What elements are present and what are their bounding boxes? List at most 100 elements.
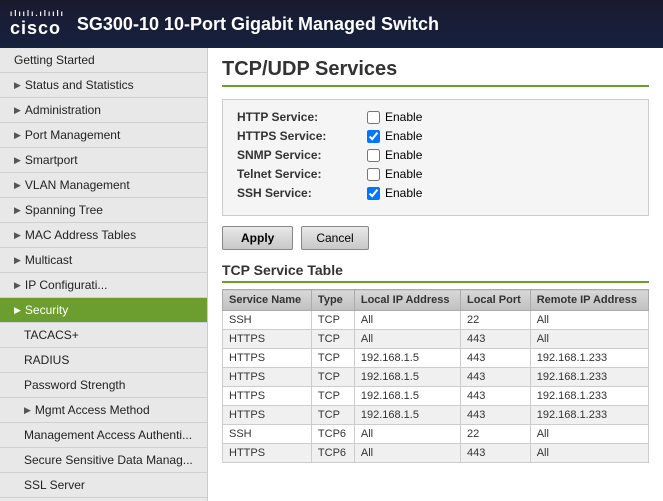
sidebar-item-tacacs[interactable]: TACACS+ bbox=[0, 323, 207, 348]
sidebar-item-password-strength[interactable]: Password Strength bbox=[0, 373, 207, 398]
service-checkbox-4[interactable] bbox=[367, 187, 380, 200]
sidebar-item-radius[interactable]: RADIUS bbox=[0, 348, 207, 373]
sidebar-item-multicast[interactable]: ▶ Multicast bbox=[0, 248, 207, 273]
table-row: HTTPSTCP6All443All bbox=[223, 444, 649, 463]
sidebar-item-ssl-server[interactable]: SSL Server bbox=[0, 473, 207, 498]
sidebar-item-getting-started[interactable]: Getting Started bbox=[0, 48, 207, 73]
service-enable-text-3: Enable bbox=[385, 167, 422, 181]
table-row: HTTPSTCP192.168.1.5443192.168.1.233 bbox=[223, 387, 649, 406]
table-cell: TCP bbox=[311, 387, 354, 406]
sidebar-item-label: Port Management bbox=[25, 128, 120, 142]
sidebar-item-label: Management Access Authenti... bbox=[24, 428, 192, 442]
table-cell: 22 bbox=[460, 311, 530, 330]
sidebar-item-label: RADIUS bbox=[24, 353, 69, 367]
expand-arrow-icon: ▶ bbox=[14, 205, 21, 216]
expand-arrow-icon: ▶ bbox=[14, 305, 21, 316]
sidebar-item-smartport[interactable]: ▶ Smartport bbox=[0, 148, 207, 173]
service-label-2: SNMP Service: bbox=[237, 148, 367, 162]
table-row: HTTPSTCPAll443All bbox=[223, 330, 649, 349]
sidebar-item-port-management[interactable]: ▶ Port Management bbox=[0, 123, 207, 148]
sidebar-item-mgmt-access-auth[interactable]: Management Access Authenti... bbox=[0, 423, 207, 448]
sidebar-item-spanning-tree[interactable]: ▶ Spanning Tree bbox=[0, 198, 207, 223]
expand-arrow-icon: ▶ bbox=[14, 155, 21, 166]
sidebar-item-label: Security bbox=[25, 303, 68, 317]
table-cell: All bbox=[530, 425, 648, 444]
sidebar-item-secure-sensitive[interactable]: Secure Sensitive Data Manag... bbox=[0, 448, 207, 473]
sidebar-item-ip-configuration[interactable]: ▶ IP Configurati... bbox=[0, 273, 207, 298]
sidebar-item-mac-address-tables[interactable]: ▶ MAC Address Tables bbox=[0, 223, 207, 248]
table-cell: HTTPS bbox=[223, 406, 312, 425]
expand-arrow-icon: ▶ bbox=[14, 105, 21, 116]
expand-arrow-icon: ▶ bbox=[14, 130, 21, 141]
sidebar-item-label: Status and Statistics bbox=[25, 78, 134, 92]
sidebar-item-security[interactable]: ▶ Security bbox=[0, 298, 207, 323]
table-row: HTTPSTCP192.168.1.5443192.168.1.233 bbox=[223, 406, 649, 425]
table-cell: All bbox=[530, 444, 648, 463]
sidebar: Getting Started▶ Status and Statistics▶ … bbox=[0, 48, 208, 501]
table-row: HTTPSTCP192.168.1.5443192.168.1.233 bbox=[223, 368, 649, 387]
sidebar-item-administration[interactable]: ▶ Administration bbox=[0, 98, 207, 123]
service-label-3: Telnet Service: bbox=[237, 167, 367, 181]
table-header-cell: Local IP Address bbox=[354, 290, 460, 311]
table-cell: All bbox=[354, 444, 460, 463]
main-layout: Getting Started▶ Status and Statistics▶ … bbox=[0, 48, 663, 501]
service-checkbox-1[interactable] bbox=[367, 130, 380, 143]
page-title: TCP/UDP Services bbox=[222, 58, 649, 87]
table-cell: HTTPS bbox=[223, 444, 312, 463]
service-checkbox-0[interactable] bbox=[367, 111, 380, 124]
table-cell: TCP bbox=[311, 349, 354, 368]
table-cell: 192.168.1.233 bbox=[530, 387, 648, 406]
table-header-row: Service NameTypeLocal IP AddressLocal Po… bbox=[223, 290, 649, 311]
service-label-4: SSH Service: bbox=[237, 186, 367, 200]
table-header-cell: Remote IP Address bbox=[530, 290, 648, 311]
table-row: HTTPSTCP192.168.1.5443192.168.1.233 bbox=[223, 349, 649, 368]
expand-arrow-icon: ▶ bbox=[14, 230, 21, 241]
button-row: Apply Cancel bbox=[222, 226, 649, 250]
table-header-cell: Type bbox=[311, 290, 354, 311]
sidebar-item-label: Password Strength bbox=[24, 378, 125, 392]
expand-arrow-icon: ▶ bbox=[14, 180, 21, 191]
sidebar-item-label: MAC Address Tables bbox=[25, 228, 136, 242]
table-cell: 443 bbox=[460, 368, 530, 387]
service-enable-text-2: Enable bbox=[385, 148, 422, 162]
sidebar-item-mgmt-access[interactable]: ▶ Mgmt Access Method bbox=[0, 398, 207, 423]
service-label-1: HTTPS Service: bbox=[237, 129, 367, 143]
expand-arrow-icon: ▶ bbox=[14, 255, 21, 266]
sidebar-item-label: Multicast bbox=[25, 253, 72, 267]
service-row-1: HTTPS Service:Enable bbox=[237, 129, 634, 143]
table-cell: HTTPS bbox=[223, 349, 312, 368]
expand-arrow-icon: ▶ bbox=[14, 280, 21, 291]
content-area: TCP/UDP Services HTTP Service:EnableHTTP… bbox=[208, 48, 663, 501]
cancel-button[interactable]: Cancel bbox=[301, 226, 368, 250]
cisco-brand: cisco bbox=[10, 19, 65, 39]
table-cell: TCP bbox=[311, 406, 354, 425]
sidebar-item-label: Administration bbox=[25, 103, 101, 117]
table-cell: TCP6 bbox=[311, 444, 354, 463]
table-row: SSHTCP6All22All bbox=[223, 425, 649, 444]
table-cell: HTTPS bbox=[223, 368, 312, 387]
table-cell: SSH bbox=[223, 425, 312, 444]
table-cell: 22 bbox=[460, 425, 530, 444]
table-cell: 192.168.1.233 bbox=[530, 349, 648, 368]
service-row-4: SSH Service:Enable bbox=[237, 186, 634, 200]
service-checkbox-3[interactable] bbox=[367, 168, 380, 181]
sidebar-item-vlan-management[interactable]: ▶ VLAN Management bbox=[0, 173, 207, 198]
table-cell: TCP6 bbox=[311, 425, 354, 444]
service-row-3: Telnet Service: Enable bbox=[237, 167, 634, 181]
table-header-cell: Service Name bbox=[223, 290, 312, 311]
apply-button[interactable]: Apply bbox=[222, 226, 293, 250]
table-header: Service NameTypeLocal IP AddressLocal Po… bbox=[223, 290, 649, 311]
table-cell: SSH bbox=[223, 311, 312, 330]
service-row-2: SNMP Service: Enable bbox=[237, 148, 634, 162]
cisco-logo: ılıılı.ılıılı cisco bbox=[10, 10, 65, 39]
sidebar-item-status-statistics[interactable]: ▶ Status and Statistics bbox=[0, 73, 207, 98]
service-checkbox-2[interactable] bbox=[367, 149, 380, 162]
table-cell: TCP bbox=[311, 368, 354, 387]
table-cell: All bbox=[354, 311, 460, 330]
header-title: SG300-10 10-Port Gigabit Managed Switch bbox=[77, 14, 439, 35]
sidebar-item-label: Secure Sensitive Data Manag... bbox=[24, 453, 193, 467]
table-cell: 443 bbox=[460, 387, 530, 406]
table-cell: 192.168.1.233 bbox=[530, 368, 648, 387]
table-cell: 192.168.1.233 bbox=[530, 406, 648, 425]
expand-arrow-icon: ▶ bbox=[24, 405, 31, 416]
